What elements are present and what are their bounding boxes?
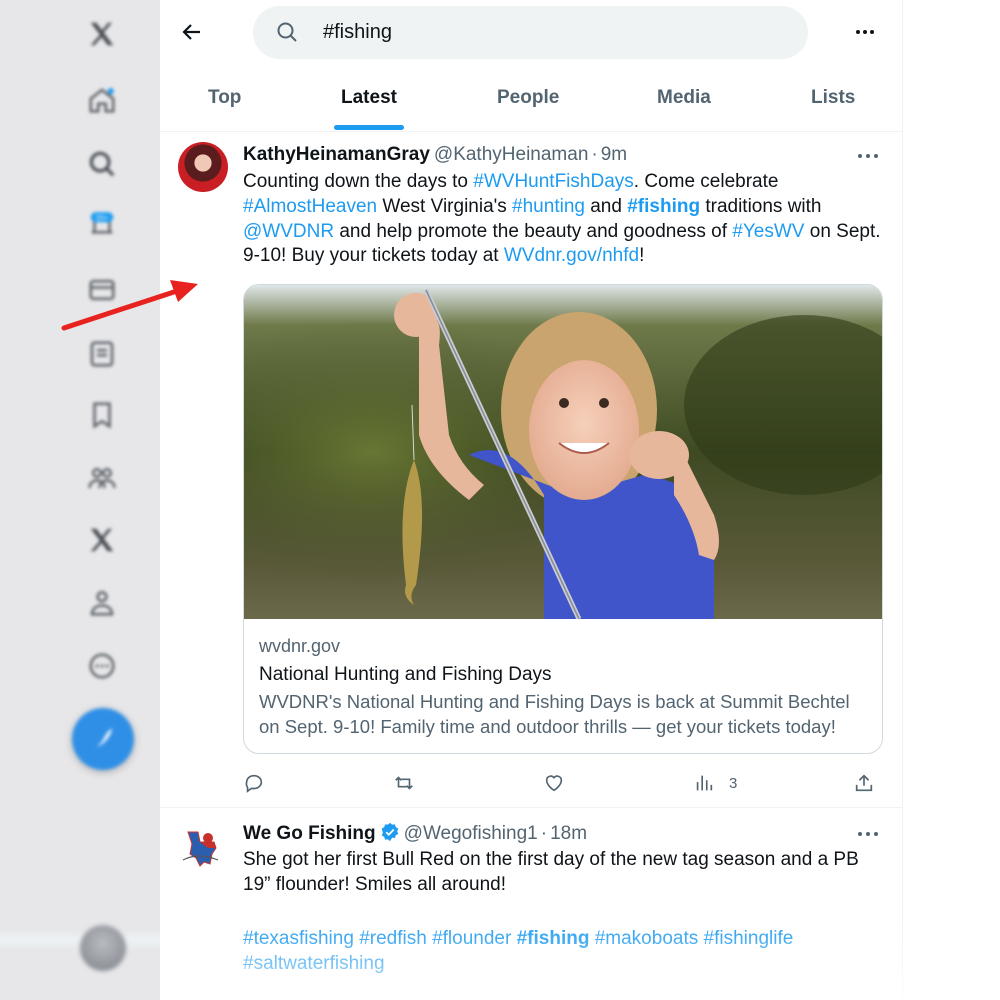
- display-name[interactable]: KathyHeinamanGray: [243, 144, 430, 165]
- hashtag-link[interactable]: #WVHuntFishDays: [473, 171, 634, 192]
- reply-button[interactable]: [243, 769, 265, 797]
- tweet-text-segment: . Come celebrate: [633, 171, 779, 192]
- tweet-more-button[interactable]: [856, 824, 884, 844]
- tab-latest[interactable]: Latest: [341, 70, 397, 132]
- like-button[interactable]: [543, 769, 565, 797]
- more-icon[interactable]: [84, 648, 120, 684]
- hashtag-link[interactable]: #fishinglife: [704, 928, 794, 949]
- timestamp[interactable]: 9m: [601, 144, 627, 165]
- tweet-text-segment: and: [584, 195, 628, 217]
- tweet-text: She got her first Bull Red on the first …: [243, 849, 859, 895]
- views-button[interactable]: 3: [693, 769, 737, 797]
- more-options-button[interactable]: [850, 18, 880, 46]
- tweet-text-segment: and help promote the beauty and goodness…: [334, 220, 733, 242]
- communities-icon[interactable]: [84, 460, 120, 496]
- lists-icon[interactable]: [84, 336, 120, 372]
- tweet-header: KathyHeinamanGray @KathyHeinaman · 9m: [243, 144, 627, 166]
- tweet-actions: 3: [243, 769, 883, 799]
- retweet-button[interactable]: [393, 769, 415, 797]
- views-count: 3: [729, 774, 738, 792]
- hashtag-link[interactable]: #saltwaterfishing: [243, 953, 385, 974]
- hashtag-link[interactable]: #flounder: [432, 928, 511, 949]
- handle[interactable]: @Wegofishing1: [404, 823, 538, 844]
- hashtag-link-highlighted[interactable]: #fishing: [627, 196, 700, 217]
- account-avatar[interactable]: [80, 925, 126, 971]
- tab-lists[interactable]: Lists: [811, 70, 855, 132]
- hashtag-link[interactable]: #redfish: [359, 928, 427, 949]
- tweet-hashtags: #texasfishing #redfish #flounder #fishin…: [243, 927, 883, 977]
- messages-icon[interactable]: [84, 272, 120, 308]
- share-button[interactable]: [853, 769, 875, 797]
- card-title: National Hunting and Fishing Days: [259, 664, 552, 685]
- mention-link[interactable]: @WVDNR: [243, 221, 334, 242]
- tweet-text-segment: Counting down the days to: [243, 171, 474, 192]
- profile-icon[interactable]: [84, 585, 120, 621]
- hashtag-link[interactable]: #makoboats: [595, 928, 699, 949]
- search-header: [160, 0, 903, 64]
- tab-people[interactable]: People: [497, 70, 559, 132]
- right-margin: [903, 0, 1000, 1000]
- main-column: Top Latest People Media Lists KathyHeina…: [160, 0, 903, 1000]
- search-tabs: Top Latest People Media Lists: [160, 70, 903, 132]
- premium-icon[interactable]: [84, 522, 120, 558]
- active-tab-indicator: [334, 125, 404, 130]
- share-icon: [855, 774, 873, 792]
- hashtag-link-highlighted[interactable]: #fishing: [517, 928, 590, 949]
- hashtag-link[interactable]: #hunting: [512, 196, 585, 217]
- separator: ·: [591, 144, 598, 165]
- timestamp[interactable]: 18m: [550, 823, 587, 844]
- back-button[interactable]: [174, 14, 210, 50]
- hashtag-link[interactable]: #texasfishing: [243, 928, 354, 949]
- link-card[interactable]: wvdnr.gov National Hunting and Fishing D…: [243, 284, 883, 754]
- x-logo-icon[interactable]: [84, 16, 120, 52]
- notification-badge: 20+: [96, 213, 109, 222]
- display-name[interactable]: We Go Fishing: [243, 823, 376, 844]
- search-input[interactable]: [323, 6, 783, 59]
- tweet-text-segment: traditions with: [700, 195, 822, 217]
- tab-media[interactable]: Media: [657, 70, 711, 132]
- tweet[interactable]: KathyHeinamanGray @KathyHeinaman · 9m Count…: [160, 132, 903, 808]
- tweet-more-button[interactable]: [856, 146, 884, 166]
- views-chart-icon: [696, 775, 713, 791]
- card-domain: wvdnr.gov: [259, 636, 341, 656]
- left-sidebar: 20+: [0, 0, 160, 1000]
- tab-top[interactable]: Top: [208, 70, 241, 132]
- search-box[interactable]: [253, 6, 808, 59]
- compose-button[interactable]: [72, 708, 134, 770]
- verified-badge-icon: [381, 822, 398, 842]
- more-horizontal-icon: [858, 832, 878, 836]
- hashtag-link[interactable]: #AlmostHeaven: [243, 196, 377, 217]
- separator: ·: [540, 823, 548, 844]
- search-icon: [277, 22, 297, 42]
- avatar[interactable]: [178, 142, 228, 192]
- retweet-icon: [395, 776, 413, 790]
- handle[interactable]: @KathyHeinaman: [434, 144, 588, 165]
- tweet-header: We Go Fishing @Wegofishing1 · 18m: [243, 822, 587, 845]
- more-horizontal-icon: [856, 30, 874, 34]
- reply-icon: [245, 774, 263, 793]
- tweet-text: Counting down the days to #WVHuntFishDay…: [243, 170, 883, 269]
- bookmarks-icon[interactable]: [84, 397, 120, 433]
- back-arrow-icon: [182, 24, 200, 40]
- url-link[interactable]: WVdnr.gov/nhfd: [504, 245, 639, 266]
- home-icon[interactable]: [84, 82, 120, 118]
- tweet[interactable]: We Go Fishing @Wegofishing1 · 18m She got h…: [160, 810, 903, 1000]
- feather-icon: [93, 728, 113, 749]
- heart-icon: [545, 775, 563, 792]
- tweet-text-segment: !: [639, 245, 645, 267]
- more-horizontal-icon: [858, 154, 878, 158]
- avatar[interactable]: [178, 824, 228, 874]
- card-image[interactable]: [244, 285, 883, 619]
- tweet-text-segment: West Virginia's: [377, 195, 513, 217]
- explore-icon[interactable]: [84, 146, 120, 182]
- hashtag-link[interactable]: #YesWV: [732, 221, 804, 242]
- notifications-icon[interactable]: 20+: [84, 208, 120, 244]
- card-description: WVDNR's National Hunting and Fishing Day…: [259, 691, 850, 737]
